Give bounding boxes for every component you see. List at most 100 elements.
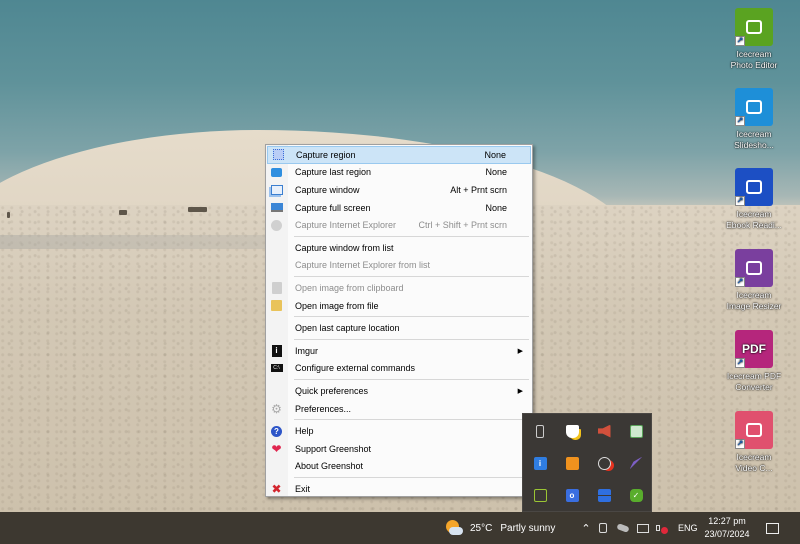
tray-icon-button[interactable]: o: [556, 479, 588, 511]
menu-item-about-greenshot[interactable]: About Greenshot: [266, 458, 532, 476]
submenu-arrow-icon: ▶: [517, 347, 523, 355]
orange-app-icon: [565, 456, 579, 470]
onedrive-button[interactable]: [616, 512, 630, 544]
tray-icon-button[interactable]: [524, 415, 556, 447]
partly-sunny-icon: [444, 518, 464, 538]
menu-item-label: Quick preferences: [295, 385, 369, 396]
menu-item-capture-full-screen[interactable]: Capture full screen None: [266, 199, 532, 217]
tray-overflow-popup: i o ✓: [522, 413, 652, 512]
weather-condition: Partly sunny: [500, 522, 556, 534]
webcam-icon: [599, 523, 607, 533]
desktop-icon-label-line2: Video C...: [735, 463, 773, 473]
record-icon: [597, 456, 611, 470]
menu-item-label: Capture last region: [295, 167, 372, 178]
speaker-icon: [597, 424, 611, 438]
show-hidden-icons-button[interactable]: ⌃: [580, 512, 592, 544]
usb-drive-icon: [536, 424, 544, 438]
notification-icon: [766, 522, 779, 534]
greenshot-context-menu: Capture region None Capture last region Non…: [265, 144, 533, 497]
menu-item-shortcut: Alt + Prnt scrn: [450, 184, 507, 195]
grid-app-icon: [597, 488, 611, 502]
slideshow-icon: ↗: [735, 88, 773, 126]
desktop-icon-label-line1: Icecream: [736, 49, 772, 59]
menu-item-open-image-from-file[interactable]: Open image from file: [266, 297, 532, 315]
tray-icon-button[interactable]: ✓: [620, 479, 652, 511]
desktop-icon-label-line1: Icecream: [736, 452, 772, 462]
desktop-icon[interactable]: ↗ Icecream Image Resizer: [722, 249, 786, 312]
tray-icon-button[interactable]: [620, 447, 652, 479]
taskbar: 25°C Partly sunny ⌃ ENG 12:27 pm 23/07/2…: [0, 512, 800, 544]
shortcut-arrow-icon: ↗: [735, 196, 745, 206]
menu-item-label: Exit: [295, 483, 311, 494]
icon-emblem: [746, 180, 762, 194]
icon-emblem: [746, 100, 762, 114]
internet-explorer-icon: [270, 219, 283, 232]
exit-icon: ✖: [271, 481, 282, 496]
desktop-icon[interactable]: ↗ Icecream Ebook Readi...: [722, 168, 786, 231]
tray-icon-button[interactable]: [588, 415, 620, 447]
desktop-icon-label-line1: Icecream: [736, 290, 772, 300]
monitor-icon: [270, 201, 283, 214]
desktop-icon[interactable]: ↗ Icecream Video C...: [722, 411, 786, 474]
clock-button[interactable]: 12:27 pm 23/07/2024: [702, 512, 752, 544]
icon-emblem: [746, 261, 762, 275]
meet-now-button[interactable]: [599, 512, 607, 544]
menu-item-shortcut: None: [485, 202, 507, 213]
resize-icon: ↗: [735, 249, 773, 287]
feather-icon: [629, 456, 643, 470]
menu-item-quick-preferences[interactable]: Quick preferences ▶: [266, 382, 532, 400]
menu-item-capture-internet-explorer[interactable]: Capture Internet Explorer Ctrl + Shift + …: [266, 216, 532, 234]
clipboard-icon: [270, 281, 283, 294]
desktop-icon[interactable]: ↗ Icecream Slidesho...: [722, 88, 786, 151]
menu-item-label: Open last capture location: [295, 323, 400, 334]
menu-item-imgur[interactable]: i Imgur ▶: [266, 342, 532, 360]
camera-app-icon: o: [565, 488, 579, 502]
desktop-icon-label-line2: Ebook Readi...: [726, 220, 782, 230]
distant-vehicle: [119, 210, 127, 215]
menu-item-configure-external-commands[interactable]: C:\ Configure external commands: [266, 360, 532, 378]
menu-item-label: Capture full screen: [295, 202, 371, 213]
desktop-icon[interactable]: PDF ↗ Icecream PDF Converter: [722, 330, 786, 393]
menu-item-label: Imgur: [295, 345, 319, 356]
shortcut-arrow-icon: ↗: [735, 116, 745, 126]
menu-item-label: Capture Internet Explorer from list: [295, 260, 431, 271]
menu-item-support-greenshot[interactable]: ❤ Support Greenshot: [266, 440, 532, 458]
tray-icon-button[interactable]: [556, 447, 588, 479]
input-language-button[interactable]: ENG: [678, 512, 698, 544]
desktop-icon[interactable]: ↗ Icecream Photo Editor: [722, 8, 786, 71]
desktop-icon-label-line2: Converter: [735, 382, 773, 392]
menu-item-open-last-capture-location[interactable]: Open last capture location: [266, 319, 532, 337]
icon-emblem: [746, 423, 762, 437]
menu-item-help[interactable]: ? Help: [266, 422, 532, 440]
menu-item-label: Open image from file: [295, 300, 379, 311]
menu-item-label: Capture window: [295, 184, 360, 195]
help-icon: ?: [270, 425, 283, 438]
volume-button[interactable]: [656, 512, 668, 544]
menu-item-capture-last-region[interactable]: Capture last region None: [266, 164, 532, 182]
action-center-button[interactable]: [766, 512, 779, 544]
folder-icon: [270, 299, 283, 312]
tray-icon-button[interactable]: [588, 479, 620, 511]
menu-item-capture-window[interactable]: Capture window Alt + Prnt scrn: [266, 181, 532, 199]
capture-region-icon: [272, 148, 285, 161]
shortcut-arrow-icon: ↗: [735, 277, 745, 287]
menu-item-capture-region[interactable]: Capture region None: [267, 146, 531, 164]
menu-item-shortcut: Ctrl + Shift + Prnt scrn: [418, 220, 507, 231]
tray-icon-button[interactable]: i: [524, 447, 556, 479]
tray-icon-button[interactable]: [556, 415, 588, 447]
menu-item-capture-window-from-list[interactable]: Capture window from list: [266, 239, 532, 257]
network-button[interactable]: [637, 512, 649, 544]
menu-item-label: Capture window from list: [295, 242, 394, 253]
menu-item-capture-internet-explorer-from-list[interactable]: Capture Internet Explorer from list: [266, 257, 532, 275]
menu-item-preferences[interactable]: ⚙ Preferences...: [266, 400, 532, 418]
tray-icon-button[interactable]: [620, 415, 652, 447]
menu-item-exit[interactable]: ✖ Exit: [266, 480, 532, 498]
desktop-icon-label-line2: Photo Editor: [730, 60, 778, 70]
speaker-muted-icon: [656, 523, 668, 534]
weather-widget[interactable]: 25°C Partly sunny: [444, 512, 555, 544]
cloud-offline-icon: [616, 523, 630, 533]
menu-item-label: Capture Internet Explorer: [295, 220, 397, 231]
tray-icon-button[interactable]: [524, 479, 556, 511]
tray-icon-button[interactable]: [588, 447, 620, 479]
menu-item-open-image-from-clipboard[interactable]: Open image from clipboard: [266, 279, 532, 297]
